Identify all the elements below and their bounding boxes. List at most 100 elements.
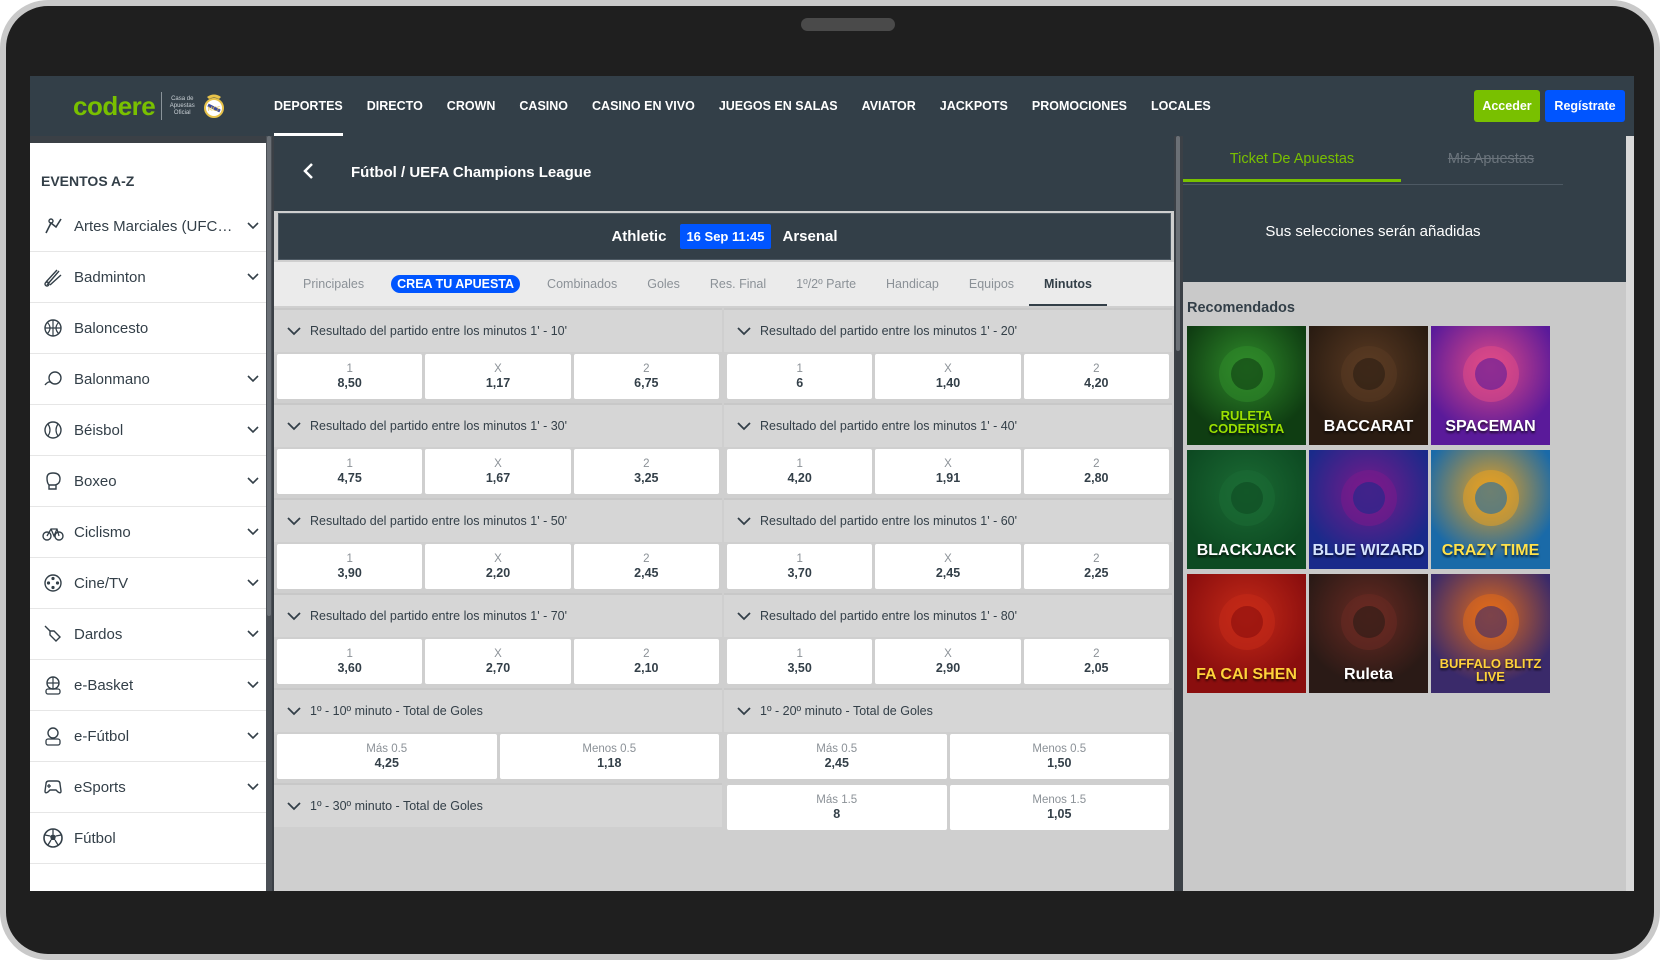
markets-scrollbar[interactable]: [1175, 136, 1181, 891]
tab-1-2-parte[interactable]: 1º/2º Parte: [781, 262, 871, 306]
market-header[interactable]: Resultado del partido entre los minutos …: [274, 308, 722, 352]
odds-button[interactable]: Menos 1.5 1,05: [949, 785, 1169, 830]
sidebar-item-e-futbol[interactable]: e-Fútbol: [30, 711, 266, 762]
chevron-down-icon[interactable]: [246, 474, 260, 488]
market-header[interactable]: Resultado del partido entre los minutos …: [274, 403, 722, 447]
odds-button[interactable]: 2 2,45: [573, 544, 719, 589]
market-header[interactable]: Resultado del partido entre los minutos …: [724, 403, 1172, 447]
odds-button[interactable]: X 2,90: [875, 639, 1021, 684]
tab-res-final[interactable]: Res. Final: [695, 262, 781, 306]
codere-logo[interactable]: codere Casa de Apuestas Oficial MCF: [73, 88, 226, 124]
odds-button[interactable]: 1 4,75: [277, 449, 423, 494]
nav-juegos-en-salas[interactable]: JUEGOS EN SALAS: [707, 76, 850, 136]
sidebar-item-beisbol[interactable]: Béisbol: [30, 405, 266, 456]
game-tile-baccarat[interactable]: BACCARAT: [1309, 326, 1428, 445]
game-tile-ruleta-coderista[interactable]: RULETA CODERISTA: [1187, 326, 1306, 445]
chevron-down-icon[interactable]: [246, 678, 260, 692]
odds-button[interactable]: 1 8,50: [277, 354, 423, 399]
odds-button[interactable]: 2 3,25: [573, 449, 719, 494]
register-button[interactable]: Regístrate: [1545, 90, 1625, 122]
odds-button[interactable]: 16: [727, 354, 873, 399]
odds-button[interactable]: Menos 0.5 1,50: [949, 734, 1169, 779]
odds-button[interactable]: X 2,45: [875, 544, 1021, 589]
odds-button[interactable]: 1 3,90: [277, 544, 423, 589]
chevron-down-icon[interactable]: [246, 627, 260, 641]
odds-button[interactable]: X 1,17: [425, 354, 571, 399]
odds-button[interactable]: 1 3,70: [727, 544, 873, 589]
market-header[interactable]: 1º - 20º minuto - Total de Goles: [724, 688, 1172, 732]
tab-crea-tu-apuesta[interactable]: CREA TU APUESTA: [379, 262, 532, 306]
tab-ticket-de-apuestas[interactable]: Ticket De Apuestas: [1183, 136, 1401, 182]
odds-button[interactable]: X 1,91: [875, 449, 1021, 494]
market-header[interactable]: Resultado del partido entre los minutos …: [274, 593, 722, 637]
tab-minutos[interactable]: Minutos: [1029, 262, 1107, 306]
tab-mis-apuestas[interactable]: Mis Apuestas: [1401, 136, 1581, 182]
odds-button[interactable]: X 1,40: [875, 354, 1021, 399]
odds-button[interactable]: X 2,20: [425, 544, 571, 589]
odds-button[interactable]: X 2,70: [425, 639, 571, 684]
markets-scroll-thumb[interactable]: [1176, 136, 1180, 351]
game-tile-buffalo-blitz-live[interactable]: BUFFALO BLITZ LIVE: [1431, 574, 1550, 693]
tab-combinados[interactable]: Combinados: [532, 262, 632, 306]
sidebar-item-e-basket[interactable]: e-Basket: [30, 660, 266, 711]
nav-casino[interactable]: CASINO: [507, 76, 580, 136]
odds-button[interactable]: 1 3,50: [727, 639, 873, 684]
sidebar-item-futbol[interactable]: Fútbol: [30, 813, 266, 864]
game-tile-blue-wizard[interactable]: BLUE WIZARD: [1309, 450, 1428, 569]
login-button[interactable]: Acceder: [1474, 90, 1540, 122]
odds-button[interactable]: Menos 0.5 1,18: [499, 734, 719, 779]
game-tile-fa-cai-shen[interactable]: FA CAI SHEN: [1187, 574, 1306, 693]
game-tile-blackjack[interactable]: BLACKJACK: [1187, 450, 1306, 569]
back-arrow-icon[interactable]: [300, 162, 318, 180]
odds-button[interactable]: 2 2,25: [1023, 544, 1169, 589]
odds-button[interactable]: 2 6,75: [573, 354, 719, 399]
market-header[interactable]: Resultado del partido entre los minutos …: [724, 308, 1172, 352]
sidebar-scrollbar[interactable]: [266, 136, 272, 891]
tab-handicap[interactable]: Handicap: [871, 262, 954, 306]
game-tile-crazy-time[interactable]: CRAZY TIME: [1431, 450, 1550, 569]
sidebar-item-dardos[interactable]: Dardos: [30, 609, 266, 660]
odds-button[interactable]: 1 4,20: [727, 449, 873, 494]
chevron-down-icon[interactable]: [246, 525, 260, 539]
chevron-down-icon[interactable]: [246, 729, 260, 743]
nav-casino-en-vivo[interactable]: CASINO EN VIVO: [580, 76, 707, 136]
odds-button[interactable]: 2 2,10: [573, 639, 719, 684]
sidebar-item-cine-tv[interactable]: Cine/TV: [30, 558, 266, 609]
nav-directo[interactable]: DIRECTO: [355, 76, 435, 136]
game-tile-ruleta[interactable]: Ruleta: [1309, 574, 1428, 693]
market-header[interactable]: Resultado del partido entre los minutos …: [724, 498, 1172, 542]
chevron-down-icon[interactable]: [246, 780, 260, 794]
tab-principales[interactable]: Principales: [288, 262, 379, 306]
odds-button[interactable]: 1 3,60: [277, 639, 423, 684]
chevron-down-icon[interactable]: [246, 576, 260, 590]
chevron-down-icon[interactable]: [246, 270, 260, 284]
nav-jackpots[interactable]: JACKPOTS: [928, 76, 1020, 136]
market-header[interactable]: 1º - 10º minuto - Total de Goles: [274, 688, 722, 732]
market-header[interactable]: Resultado del partido entre los minutos …: [724, 593, 1172, 637]
game-tile-spaceman[interactable]: SPACEMAN: [1431, 326, 1550, 445]
sidebar-item-artes-marciales-ufc[interactable]: Artes Marciales (UFC/...: [30, 201, 266, 252]
chevron-down-icon[interactable]: [246, 423, 260, 437]
market-header[interactable]: 1º - 30º minuto - Total de Goles: [274, 783, 722, 827]
sidebar-item-baloncesto[interactable]: Baloncesto: [30, 303, 266, 354]
odds-button[interactable]: Más 0.5 2,45: [727, 734, 947, 779]
market-header[interactable]: Resultado del partido entre los minutos …: [274, 498, 722, 542]
sidebar-item-esports[interactable]: eSports: [30, 762, 266, 813]
sidebar-item-badminton[interactable]: Badminton: [30, 252, 266, 303]
sidebar-scroll-thumb[interactable]: [267, 136, 271, 616]
sidebar-item-boxeo[interactable]: Boxeo: [30, 456, 266, 507]
page-scrollbar[interactable]: [1626, 136, 1634, 891]
odds-button[interactable]: Más 1.5 8: [727, 785, 947, 830]
nav-promociones[interactable]: PROMOCIONES: [1020, 76, 1139, 136]
odds-button[interactable]: X 1,67: [425, 449, 571, 494]
tab-goles[interactable]: Goles: [632, 262, 695, 306]
nav-deportes[interactable]: DEPORTES: [262, 76, 355, 136]
nav-aviator[interactable]: AVIATOR: [850, 76, 928, 136]
odds-button[interactable]: Más 0.5 4,25: [277, 734, 497, 779]
sidebar-item-balonmano[interactable]: Balonmano: [30, 354, 266, 405]
odds-button[interactable]: 2 2,05: [1023, 639, 1169, 684]
odds-button[interactable]: 2 4,20: [1023, 354, 1169, 399]
nav-crown[interactable]: CROWN: [435, 76, 508, 136]
chevron-down-icon[interactable]: [246, 219, 260, 233]
nav-locales[interactable]: LOCALES: [1139, 76, 1223, 136]
